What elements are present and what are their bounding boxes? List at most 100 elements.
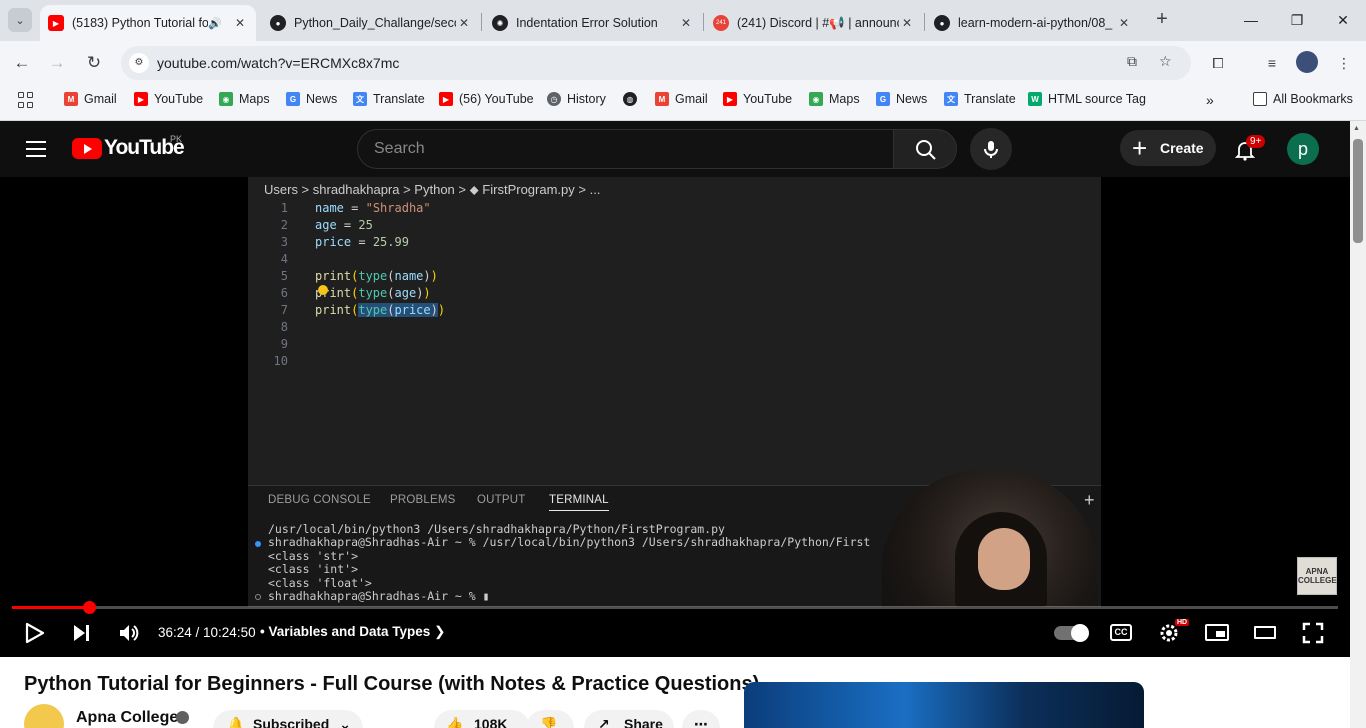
close-window-button[interactable]: ✕ [1331, 8, 1355, 32]
close-tab-icon[interactable]: ✕ [899, 16, 915, 30]
more-bookmarks-chevron-icon[interactable]: » [1206, 92, 1214, 108]
bookmark-label: News [896, 92, 928, 106]
account-avatar[interactable]: p [1287, 133, 1319, 165]
restore-button[interactable]: ❐ [1285, 8, 1309, 32]
time-display: 36:24 / 10:24:50 [158, 625, 256, 640]
browser-toolbar: ← → ↻ ⚙ youtube.com/watch?v=ERCMXc8x7mc … [0, 41, 1366, 85]
chrome-menu-icon[interactable]: ⋮ [1334, 53, 1354, 73]
presenter-face [978, 528, 1030, 590]
media-controls-icon[interactable]: ≡ [1262, 53, 1282, 73]
bookmark-translate-2[interactable]: 文 Translate [944, 92, 1016, 106]
address-bar[interactable]: ⚙ youtube.com/watch?v=ERCMXc8x7mc ⧉ ☆ [121, 46, 1191, 80]
url-text[interactable]: youtube.com/watch?v=ERCMXc8x7mc [157, 55, 399, 71]
open-in-app-icon[interactable]: ⧉ [1127, 53, 1137, 70]
recommended-video-thumbnail[interactable] [744, 682, 1144, 728]
bookmark-label: Gmail [84, 92, 117, 106]
like-button[interactable]: 👍 108K [434, 710, 530, 728]
profile-avatar[interactable] [1296, 51, 1318, 73]
all-bookmarks-folder[interactable]: All Bookmarks [1253, 92, 1353, 106]
close-tab-icon[interactable]: ✕ [232, 16, 248, 30]
scrollbar-thumb[interactable] [1353, 139, 1363, 243]
bookmark-history[interactable]: ◷ History [547, 92, 606, 106]
back-arrow-icon[interactable]: ← [10, 51, 34, 75]
tab-strip: ⌄ ▶ (5183) Python Tutorial fo 🔊 ✕ ● Pyth… [0, 0, 1366, 41]
audio-playing-icon[interactable]: 🔊 [208, 17, 222, 30]
tab-title: (241) Discord | #📢 | announce [737, 15, 899, 30]
search-icon [916, 140, 936, 160]
bookmark-label: HTML source Tag [1048, 92, 1146, 106]
play-icon[interactable] [25, 622, 45, 644]
youtube-logo-icon[interactable] [72, 138, 102, 159]
bookmark-youtube-56[interactable]: ▶ (56) YouTube [439, 92, 534, 106]
voice-search-button[interactable] [970, 128, 1012, 170]
code-line: 6 print(type(age)) [280, 286, 431, 300]
channel-name[interactable]: Apna College [76, 709, 178, 727]
bookmark-star-icon[interactable]: ☆ [1159, 53, 1172, 70]
volume-icon[interactable] [118, 623, 140, 643]
more-actions-button[interactable]: ⋯ [682, 710, 720, 728]
video-progress-bar[interactable] [12, 601, 1338, 614]
extensions-icon[interactable]: ⧠ [1208, 53, 1228, 73]
fullscreen-icon[interactable] [1302, 622, 1324, 644]
bookmark-news[interactable]: G News [286, 92, 337, 106]
dislike-button[interactable]: 👎 [526, 710, 574, 728]
youtube-icon: ▶ [439, 92, 453, 106]
globe-icon: ◍ [623, 92, 637, 106]
bookmark-label: Maps [239, 92, 270, 106]
bookmark-maps-2[interactable]: ◉ Maps [809, 92, 860, 106]
create-button[interactable]: Create [1120, 130, 1216, 166]
bell-outline-icon: 🔔 [227, 716, 245, 728]
chatgpt-icon: ✺ [492, 15, 508, 31]
new-tab-button[interactable]: + [1150, 8, 1174, 32]
bookmark-gmail[interactable]: M Gmail [64, 92, 117, 106]
github-icon: ● [934, 15, 950, 31]
tab-learn-modern-ai[interactable]: ● learn-modern-ai-python/08_ ✕ [926, 5, 1140, 41]
forward-arrow-icon[interactable]: → [45, 51, 69, 75]
youtube-icon: ▶ [48, 15, 64, 31]
bookmark-html-source-tag[interactable]: W HTML source Tag [1028, 92, 1146, 106]
tab-discord[interactable]: 241 (241) Discord | #📢 | announce ✕ [705, 5, 923, 41]
panel-tab-output: OUTPUT [477, 494, 526, 506]
close-tab-icon[interactable]: ✕ [678, 16, 694, 30]
terminal-line: <class 'float'> [268, 575, 372, 590]
subscribed-button[interactable]: 🔔 Subscribed ⌄ [213, 710, 363, 728]
subtitles-cc-icon[interactable]: CC [1110, 624, 1132, 641]
minimize-button[interactable]: — [1239, 8, 1263, 32]
bookmark-maps[interactable]: ◉ Maps [219, 92, 270, 106]
theater-mode-icon[interactable] [1254, 626, 1276, 639]
like-count: 108K [474, 716, 508, 728]
apps-grid-icon[interactable] [18, 92, 34, 108]
tab-youtube-python-tutorial[interactable]: ▶ (5183) Python Tutorial fo 🔊 ✕ [40, 5, 256, 41]
close-tab-icon[interactable]: ✕ [456, 16, 472, 30]
translate-icon: 文 [353, 92, 367, 106]
progress-scrubber-handle[interactable] [82, 601, 96, 614]
bookmark-youtube[interactable]: ▶ YouTube [134, 92, 203, 106]
miniplayer-icon[interactable] [1205, 624, 1229, 641]
news-icon: G [876, 92, 890, 106]
chapter-title-button[interactable]: • Variables and Data Types ❯ [260, 624, 445, 640]
page-scrollbar[interactable]: ▲ [1350, 121, 1366, 728]
search-button[interactable] [893, 129, 957, 169]
scroll-up-arrow-icon[interactable]: ▲ [1353, 125, 1360, 132]
reload-icon[interactable]: ↻ [82, 51, 106, 75]
bookmark-globe[interactable]: ◍ [623, 92, 643, 106]
site-info-icon[interactable]: ⚙ [129, 53, 149, 73]
bookmark-news-2[interactable]: G News [876, 92, 927, 106]
chapter-label: • Variables and Data Types [260, 624, 431, 639]
share-arrow-icon: ↗ [598, 716, 610, 728]
next-video-icon[interactable] [72, 623, 92, 643]
tab-github-python-daily[interactable]: ● Python_Daily_Challange/seco ✕ [262, 5, 480, 41]
search-placeholder: Search [374, 140, 425, 157]
hamburger-menu-icon[interactable] [26, 141, 46, 157]
tab-indentation-error[interactable]: ✺ Indentation Error Solution ✕ [484, 5, 702, 41]
tab-separator [703, 13, 704, 31]
channel-avatar[interactable] [24, 704, 64, 728]
close-tab-icon[interactable]: ✕ [1116, 16, 1132, 30]
bookmark-translate[interactable]: 文 Translate [353, 92, 425, 106]
share-button[interactable]: ↗ Share [584, 710, 674, 728]
bookmark-gmail-2[interactable]: M Gmail [655, 92, 708, 106]
search-input[interactable]: Search [357, 129, 894, 169]
tab-search-button[interactable]: ⌄ [8, 8, 32, 32]
bookmark-youtube-2[interactable]: ▶ YouTube [723, 92, 792, 106]
autoplay-toggle[interactable] [1054, 624, 1089, 642]
